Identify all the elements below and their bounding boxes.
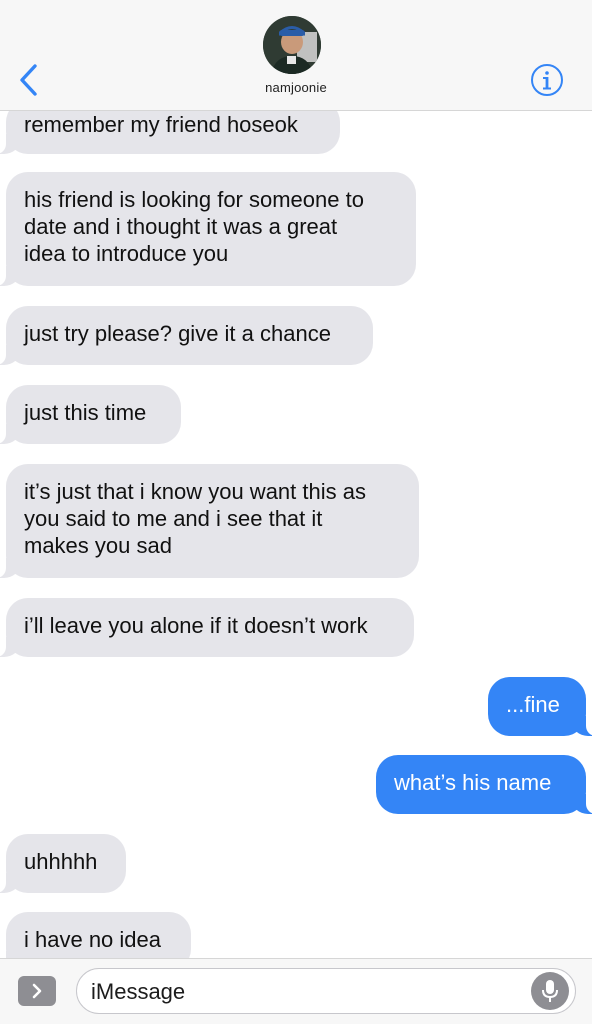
- message-text: just try please? give it a chance: [24, 321, 331, 346]
- message-text: remember my friend hoseok: [24, 112, 298, 137]
- message-text: what’s his name: [394, 770, 552, 795]
- incoming-message[interactable]: his friend is looking for someone to dat…: [0, 172, 416, 286]
- contact-avatar[interactable]: [263, 16, 321, 74]
- dictation-button[interactable]: [531, 972, 569, 1010]
- message-text: it’s just that i know you want this as y…: [24, 479, 366, 558]
- message-input[interactable]: [89, 969, 513, 1015]
- chevron-right-icon: [32, 983, 42, 999]
- incoming-message[interactable]: just this time: [0, 385, 181, 444]
- incoming-message[interactable]: i’ll leave you alone if it doesn’t work: [0, 598, 414, 657]
- compose-bar: [0, 958, 592, 1024]
- message-text: i’ll leave you alone if it doesn’t work: [24, 613, 368, 638]
- message-text: ...fine: [506, 692, 560, 717]
- message-text: uhhhhh: [24, 849, 98, 874]
- messages-screen: remember my friend hoseok his friend is …: [0, 0, 592, 1024]
- incoming-message[interactable]: uhhhhh: [0, 834, 126, 893]
- info-button[interactable]: [530, 63, 564, 97]
- apps-expand-button[interactable]: [18, 976, 56, 1006]
- message-text: just this time: [24, 400, 147, 425]
- incoming-message[interactable]: it’s just that i know you want this as y…: [0, 464, 419, 578]
- avatar-image: [263, 16, 321, 74]
- outgoing-message[interactable]: ...fine: [488, 677, 592, 736]
- conversation-header: namjoonie: [0, 0, 592, 111]
- message-field: [76, 968, 576, 1015]
- info-icon: [531, 64, 563, 96]
- message-text: his friend is looking for someone to dat…: [24, 187, 364, 266]
- message-thread[interactable]: remember my friend hoseok his friend is …: [0, 0, 592, 971]
- contact-name[interactable]: namjoonie: [0, 80, 592, 95]
- message-text: i have no idea: [24, 927, 161, 952]
- incoming-message[interactable]: just try please? give it a chance: [0, 306, 373, 365]
- outgoing-message[interactable]: what’s his name: [376, 755, 592, 814]
- microphone-icon: [542, 980, 558, 1002]
